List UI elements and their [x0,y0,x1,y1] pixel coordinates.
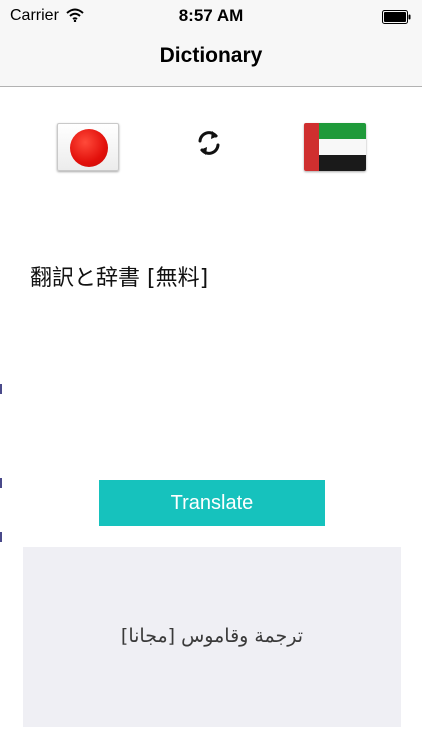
edge-artifact [0,384,2,394]
page-title: Dictionary [159,44,263,67]
translation-result-text: ترجمة وقاموس [مجانا] [120,625,304,647]
target-language-uae-flag-icon[interactable] [304,123,366,171]
flag-white-stripe [319,139,366,155]
edge-artifact [0,532,2,542]
flag-red-stripe [304,123,319,171]
flag-black-stripe [319,155,366,171]
navigation-bar: Dictionary [0,34,422,87]
source-text-input[interactable]: 翻訳と辞書 [無料] [30,260,208,292]
flag-green-stripe [319,123,366,139]
flag-sun-disc [70,129,108,167]
battery-icon [382,10,412,29]
source-language-japan-flag-icon[interactable] [57,123,119,171]
status-time: 8:57 AM [178,6,244,25]
swap-arrows-icon[interactable] [193,127,225,159]
edge-artifact [0,478,2,488]
translate-button[interactable]: Translate [99,480,325,526]
translation-result-panel: ترجمة وقاموس [مجانا] [23,547,401,727]
status-bar: Carrier 8:57 AM [0,0,422,34]
